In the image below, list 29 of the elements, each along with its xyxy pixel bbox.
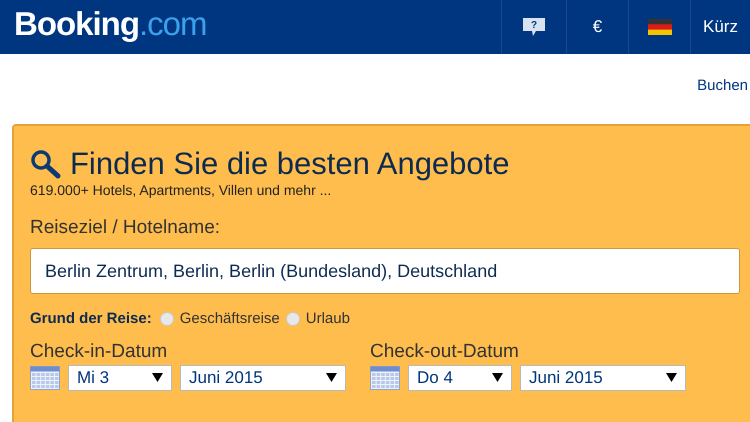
- search-icon: [30, 149, 62, 179]
- calendar-icon[interactable]: [30, 366, 60, 390]
- dropdown[interactable]: Juni 2015: [520, 364, 686, 390]
- radio-label[interactable]: Geschäftsreise: [180, 308, 280, 330]
- flag-icon: [648, 19, 672, 35]
- nav-item[interactable]: €: [566, 0, 628, 54]
- radio-button[interactable]: [160, 312, 174, 326]
- caret-icon: [666, 373, 677, 382]
- date-label: Check-in-Datum: [30, 340, 168, 362]
- date-label: Check-out-Datum: [370, 340, 520, 362]
- logo[interactable]: Booking.com: [14, 6, 206, 48]
- nav-item[interactable]: Kürz: [690, 0, 750, 54]
- caret-icon: [492, 373, 503, 382]
- reason-label: Grund der Reise:: [30, 309, 152, 329]
- calendar-icon[interactable]: [370, 366, 400, 390]
- dropdown[interactable]: Mi 3: [68, 364, 172, 390]
- top-link[interactable]: Buchen: [697, 75, 748, 95]
- search-subtitle: 619.000+ Hotels, Apartments, Villen und mehr ...: [30, 182, 332, 198]
- caret-icon: [152, 373, 163, 382]
- nav-button[interactable]: ?: [501, 0, 566, 54]
- destination-field[interactable]: Berlin Zentrum, Berlin, Berlin (Bundesland), Deutschland: [30, 248, 740, 294]
- dropdown[interactable]: Do 4: [408, 364, 512, 390]
- field-label: Reiseziel / Hotelname:: [30, 216, 222, 240]
- radio-button[interactable]: [286, 312, 300, 326]
- radio-label[interactable]: Urlaub: [306, 308, 350, 330]
- caret-icon: [326, 373, 337, 382]
- dropdown[interactable]: Juni 2015: [180, 364, 346, 390]
- search-title: Finden Sie die besten Angebote: [70, 146, 510, 182]
- help-icon: ?: [522, 17, 546, 37]
